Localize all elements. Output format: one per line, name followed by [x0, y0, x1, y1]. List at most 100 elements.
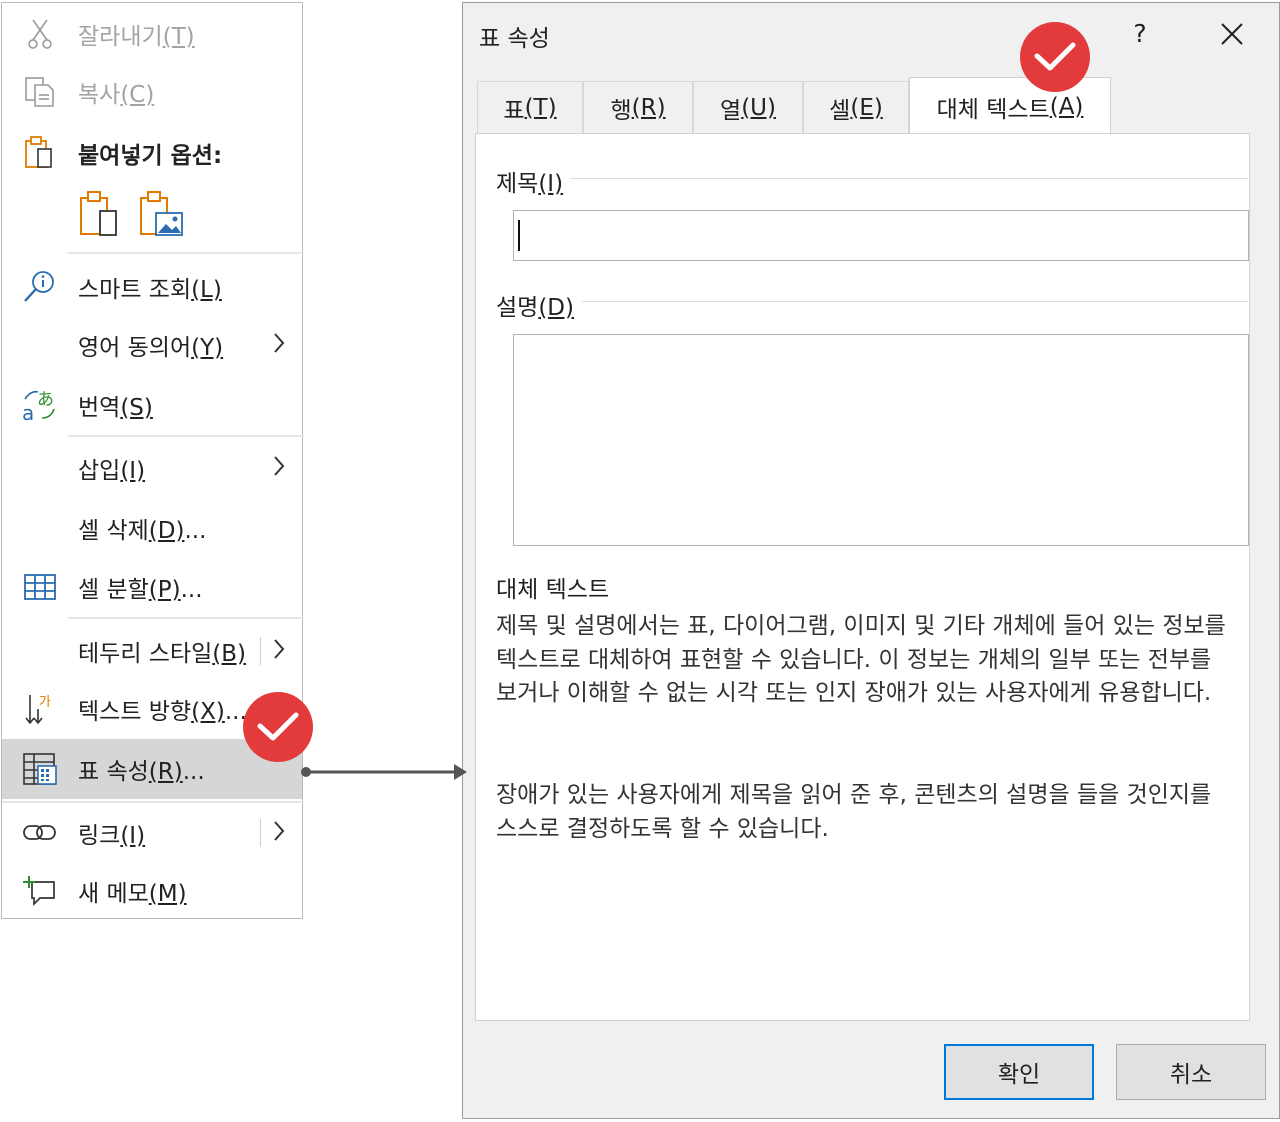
scissors-icon [20, 14, 60, 54]
menu-item-label: 텍스트 방향 [78, 699, 192, 725]
arrow-connector [301, 764, 467, 780]
checkmark-badge-icon [243, 692, 313, 762]
menu-item-label: 새 메모 [78, 881, 149, 907]
close-icon[interactable] [1215, 17, 1249, 51]
svg-text:あ: あ [37, 390, 54, 410]
dialog-title: 표 속성 [479, 26, 550, 52]
paste-icon [20, 133, 60, 173]
menu-item-delete-cells[interactable]: 셀 삭제(D)... [2, 500, 302, 556]
text-direction-icon: 가 [20, 689, 60, 729]
menu-item-label: 표 속성 [78, 759, 149, 785]
menu-item-smart-lookup[interactable]: 스마트 조회(L) [2, 259, 302, 315]
menu-item-label: 셀 삭제 [78, 518, 149, 544]
description-textarea[interactable] [513, 334, 1249, 546]
menu-item-insert[interactable]: 삽입(I) [2, 440, 302, 496]
menu-item-paste-options: 붙여넣기 옵션: [2, 125, 302, 181]
chevron-right-icon [272, 637, 286, 665]
table-properties-icon [20, 749, 60, 789]
accelerator-key: (R) [148, 759, 183, 785]
svg-text:가: 가 [39, 695, 51, 710]
menu-item-cut[interactable]: 잘라내기(T) [2, 6, 302, 62]
split-cells-icon [20, 567, 60, 607]
menu-item-label: 영어 동의어 [78, 335, 192, 361]
menu-item-label: 삽입 [78, 458, 121, 484]
accelerator-key: (R) [631, 94, 666, 121]
tab-label: 셀 [829, 97, 851, 124]
tab-label: 열 [720, 97, 742, 124]
menu-item-label: 스마트 조회 [78, 277, 192, 303]
accelerator-key: (U) [741, 94, 776, 121]
alt-text-panel: 제목(I) 설명(D) 대체 텍스트 제목 및 설명에서는 표, 다이어그램, … [475, 133, 1250, 1021]
menu-item-label: 잘라내기 [78, 24, 163, 50]
menu-item-label: 셀 분할 [78, 577, 149, 603]
menu-item-synonyms[interactable]: 영어 동의어(Y) [2, 317, 302, 373]
menu-item-translate[interactable]: aあ 번역(S) [2, 377, 302, 433]
context-menu: 잘라내기(T) 복사(C) 붙여넣기 옵션: 스마트 조회(L) 영어 동의어(… [1, 2, 304, 919]
accelerator-key: (T) [162, 24, 195, 50]
accelerator-key: (Y) [191, 335, 224, 361]
chevron-right-icon [272, 819, 286, 847]
description-field-label: 설명(D) [496, 295, 574, 321]
menu-item-label: 링크 [78, 823, 121, 849]
accelerator-key: (I) [120, 458, 146, 484]
tab-alt-text[interactable]: 대체 텍스트 (A) [909, 77, 1111, 135]
table-properties-dialog: 표 속성 ? 표 (T) 행 (R) 열 (U) 셀 (E) 대체 텍스트 (A) 제목(… [462, 2, 1280, 1119]
paste-keep-text-only-icon[interactable] [78, 189, 118, 241]
menu-separator [68, 435, 304, 437]
new-comment-icon [20, 871, 60, 911]
accelerator-key: (M) [148, 881, 187, 907]
accelerator-key: (D) [148, 518, 185, 544]
link-icon [20, 813, 60, 853]
paste-picture-icon[interactable] [138, 189, 188, 241]
menu-item-border-styles[interactable]: 테두리 스타일(B) [2, 623, 302, 679]
menu-item-split-cells[interactable]: 셀 분할(P)... [2, 559, 302, 615]
copy-icon [20, 72, 60, 112]
cancel-button[interactable]: 취소 [1116, 1044, 1266, 1100]
paste-options-label: 붙여넣기 옵션: [78, 143, 223, 169]
menu-item-link[interactable]: 링크(I) [2, 805, 302, 861]
menu-item-label: 복사 [78, 82, 121, 108]
title-input[interactable] [513, 210, 1249, 261]
text-caret [518, 220, 520, 251]
accelerator-key: (L) [191, 277, 222, 303]
accelerator-key: (T) [524, 94, 557, 121]
menu-separator [68, 252, 304, 254]
menu-item-new-comment[interactable]: 새 메모(M) [2, 863, 302, 919]
accelerator-key: (E) [850, 94, 883, 121]
menu-item-label: 테두리 스타일 [78, 641, 213, 667]
tab-label: 행 [610, 97, 632, 124]
help-paragraph: 장애가 있는 사용자에게 제목을 읽어 준 후, 콘텐츠의 설명을 들을 것인지… [496, 782, 1212, 842]
menu-separator [2, 801, 304, 803]
tab-cell[interactable]: 셀 (E) [803, 81, 909, 133]
accelerator-key: (S) [120, 395, 153, 421]
split-button-divider [260, 637, 261, 665]
menu-item-copy[interactable]: 복사(C) [2, 64, 302, 120]
accelerator-key: (X) [191, 699, 225, 725]
help-heading: 대체 텍스트 [496, 577, 610, 603]
help-paragraph: 제목 및 설명에서는 표, 다이어그램, 이미지 및 기타 개체에 들어 있는 … [496, 613, 1226, 706]
ok-button[interactable]: 확인 [944, 1044, 1094, 1100]
translate-icon: aあ [20, 385, 60, 425]
chevron-right-icon [272, 331, 286, 359]
accelerator-key: (A) [1049, 93, 1084, 120]
checkmark-badge-icon [1020, 22, 1090, 92]
group-line [582, 301, 1248, 302]
accelerator-key: (B) [212, 641, 247, 667]
tab-row[interactable]: 행 (R) [583, 81, 693, 133]
help-button[interactable]: ? [1125, 13, 1155, 53]
ellipsis: ... [180, 577, 203, 603]
accelerator-key: (I) [120, 823, 146, 849]
accelerator-key: (P) [148, 577, 181, 603]
title-field-label: 제목(I) [496, 171, 564, 197]
menu-item-label: 번역 [78, 395, 121, 421]
tab-column[interactable]: 열 (U) [693, 81, 803, 133]
ellipsis: ... [182, 759, 205, 785]
ellipsis: ... [184, 518, 207, 544]
tab-table[interactable]: 표 (T) [477, 81, 583, 133]
tab-label: 표 [503, 97, 525, 124]
group-line [570, 178, 1248, 179]
tab-label: 대체 텍스트 [936, 96, 1050, 123]
chevron-right-icon [272, 454, 286, 482]
smart-lookup-icon [20, 267, 60, 307]
accelerator-key: (C) [120, 82, 155, 108]
